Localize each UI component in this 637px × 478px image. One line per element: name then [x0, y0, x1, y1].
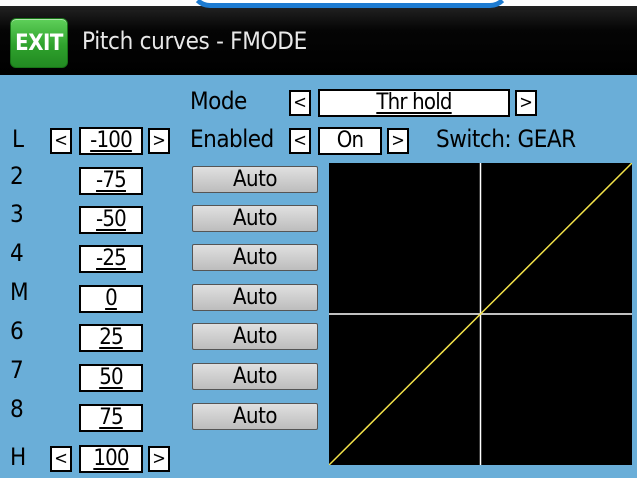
- point-2-value-field[interactable]: -75: [79, 167, 143, 195]
- point-label-mid: M: [10, 278, 29, 306]
- title-bar-edge-arc: [190, 0, 510, 8]
- point-label-8: 8: [10, 395, 24, 423]
- point-6-auto-button[interactable]: Auto: [192, 323, 318, 350]
- point-low-prev-button[interactable]: <: [50, 128, 72, 154]
- curve-point: [403, 388, 406, 391]
- exit-button[interactable]: EXIT: [10, 18, 68, 68]
- mode-prev-button[interactable]: <: [289, 90, 311, 116]
- enabled-next-button[interactable]: >: [387, 128, 409, 154]
- point-low-next-button[interactable]: >: [148, 128, 170, 154]
- point-mid-value: 0: [105, 286, 118, 311]
- title-bar: EXIT Pitch curves - FMODE: [0, 0, 637, 75]
- point-7-auto-button[interactable]: Auto: [192, 363, 318, 390]
- enabled-label: Enabled: [190, 125, 274, 153]
- point-8-value: 75: [99, 405, 123, 430]
- point-low-value-field[interactable]: -100: [79, 127, 143, 155]
- enabled-select[interactable]: On: [318, 127, 382, 155]
- point-3-value-field[interactable]: -50: [79, 206, 143, 234]
- mode-next-button[interactable]: >: [515, 90, 537, 116]
- enabled-prev-button[interactable]: <: [289, 128, 311, 154]
- point-label-2: 2: [10, 162, 24, 190]
- mode-label: Mode: [190, 87, 247, 115]
- point-6-value-field[interactable]: 25: [79, 324, 143, 352]
- point-8-value-field[interactable]: 75: [79, 404, 143, 432]
- curve-point: [366, 426, 368, 429]
- curve-point: [555, 237, 558, 240]
- point-3-value: -50: [96, 207, 127, 232]
- pitch-curve-plot: [328, 162, 633, 466]
- point-3-auto-button[interactable]: Auto: [192, 205, 318, 232]
- point-mid-value-field[interactable]: 0: [79, 285, 143, 313]
- point-label-4: 4: [10, 239, 24, 267]
- point-2-value: -75: [96, 168, 127, 193]
- curve-point: [517, 275, 520, 278]
- point-4-value: -25: [96, 246, 127, 271]
- point-label-6: 6: [10, 317, 24, 345]
- curve-point: [479, 313, 482, 315]
- point-6-value: 25: [99, 325, 123, 350]
- mode-value: Thr hold: [376, 90, 452, 115]
- curve-point: [441, 350, 444, 353]
- point-high-next-button[interactable]: >: [148, 446, 170, 472]
- page-title: Pitch curves - FMODE: [82, 27, 307, 55]
- point-low-value: -100: [90, 128, 133, 153]
- mode-select[interactable]: Thr hold: [318, 89, 510, 117]
- point-high-value-field[interactable]: 100: [79, 445, 143, 473]
- point-7-value-field[interactable]: 50: [79, 364, 143, 392]
- point-7-value: 50: [99, 365, 123, 390]
- point-4-value-field[interactable]: -25: [79, 245, 143, 273]
- point-2-auto-button[interactable]: Auto: [192, 166, 318, 193]
- point-label-high: H: [10, 443, 26, 471]
- point-mid-auto-button[interactable]: Auto: [192, 284, 318, 311]
- enabled-value: On: [336, 128, 364, 153]
- point-8-auto-button[interactable]: Auto: [192, 403, 318, 430]
- pitch-curve-graph: [328, 162, 633, 466]
- point-label-7: 7: [10, 356, 24, 384]
- point-high-value: 100: [93, 446, 129, 471]
- curve-point: [593, 199, 595, 202]
- point-label-low: L: [12, 125, 24, 153]
- point-label-3: 3: [10, 200, 24, 228]
- point-4-auto-button[interactable]: Auto: [192, 244, 318, 271]
- switch-label: Switch: GEAR: [436, 125, 576, 153]
- point-high-prev-button[interactable]: <: [50, 446, 72, 472]
